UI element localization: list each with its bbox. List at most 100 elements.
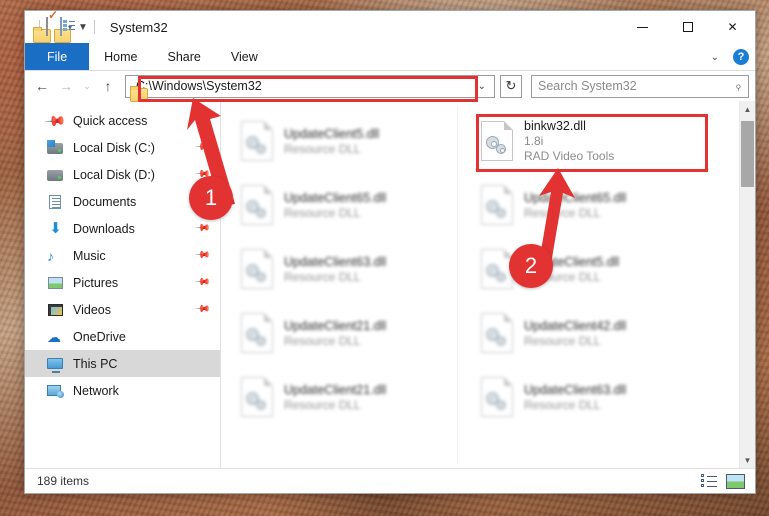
tab-view[interactable]: View bbox=[216, 43, 273, 70]
file-description: Resource DLL bbox=[284, 269, 361, 284]
address-bar-wrapper: C:\Windows\System32 ⌄ bbox=[125, 74, 495, 98]
minimize-button[interactable] bbox=[620, 11, 665, 43]
pin-icon[interactable]: 📌 bbox=[193, 301, 210, 318]
pin-icon[interactable]: 📌 bbox=[193, 220, 210, 237]
sidebar-item-label: Documents bbox=[73, 194, 137, 209]
close-button[interactable]: ✕ bbox=[710, 11, 755, 43]
file-name: UpdateClient65.dll bbox=[524, 190, 627, 205]
dll-file-icon bbox=[241, 121, 273, 161]
sidebar-item-network[interactable]: Network bbox=[25, 377, 220, 404]
help-icon[interactable]: ? bbox=[733, 49, 749, 65]
scroll-up-button[interactable]: ▲ bbox=[740, 101, 756, 117]
dll-file-icon bbox=[481, 249, 513, 289]
address-bar[interactable]: C:\Windows\System32 ⌄ bbox=[125, 74, 495, 98]
window-title: System32 bbox=[109, 19, 168, 35]
tab-share[interactable]: Share bbox=[153, 43, 216, 70]
file-description: Resource DLL bbox=[524, 333, 601, 348]
this-pc-icon bbox=[47, 356, 64, 373]
file-item[interactable]: UpdateClient21.dll Resource DLL bbox=[235, 365, 475, 429]
vertical-scrollbar[interactable]: ▲ ▼ bbox=[739, 101, 755, 468]
refresh-button[interactable]: ↻ bbox=[500, 74, 522, 98]
file-name: binkw32.dll bbox=[524, 119, 586, 133]
file-name: UpdateClient65.dll bbox=[284, 190, 387, 205]
sidebar-item-label: Local Disk (D:) bbox=[73, 167, 155, 182]
network-icon bbox=[47, 383, 64, 399]
recent-locations-chevron-down-icon[interactable]: ⌄ bbox=[79, 74, 95, 98]
sidebar-item-label: Videos bbox=[73, 302, 111, 317]
pin-icon: 📌 bbox=[43, 108, 68, 133]
documents-icon bbox=[47, 194, 64, 210]
file-info: UpdateClient63.dll Resource DLL bbox=[284, 255, 386, 284]
sidebar-item-videos[interactable]: Videos 📌 bbox=[25, 296, 220, 323]
sidebar-item-pictures[interactable]: Pictures 📌 bbox=[25, 269, 220, 296]
file-info: UpdateClient21.dll Resource DLL bbox=[284, 383, 386, 412]
address-dropdown-chevron-icon[interactable]: ⌄ bbox=[478, 81, 490, 92]
search-input[interactable]: Search System32 ⌕ bbox=[531, 74, 749, 98]
dll-file-icon bbox=[241, 377, 273, 417]
videos-icon bbox=[47, 302, 64, 318]
forward-button[interactable]: → bbox=[55, 74, 77, 98]
large-icons-view-button[interactable] bbox=[726, 473, 745, 489]
file-description: Resource DLL bbox=[284, 141, 361, 156]
sidebar-item-label: Music bbox=[73, 248, 106, 263]
back-button[interactable]: ← bbox=[31, 74, 53, 98]
file-name: UpdateClient5.dll bbox=[284, 126, 380, 141]
file-description: Resource DLL bbox=[524, 397, 601, 412]
sidebar-item-quick-access[interactable]: 📌 Quick access bbox=[25, 107, 220, 134]
sidebar-item-label: OneDrive bbox=[73, 329, 126, 344]
quick-access-dropdown-icon[interactable]: ▼ bbox=[78, 22, 88, 33]
pictures-icon bbox=[47, 275, 64, 291]
dll-file-icon bbox=[481, 377, 513, 417]
address-path-text: C:\Windows\System32 bbox=[136, 79, 262, 93]
sidebar-item-music[interactable]: ♪ Music 📌 bbox=[25, 242, 220, 269]
file-list-pane[interactable]: UpdateClient5.dll Resource DLL binkw32.d… bbox=[221, 101, 739, 468]
navigation-pane: 📌 Quick access Local Disk (C:) 📌 Local D… bbox=[25, 101, 221, 468]
scrollbar-thumb[interactable] bbox=[741, 121, 754, 187]
scroll-down-button[interactable]: ▼ bbox=[740, 452, 756, 468]
details-view-button[interactable] bbox=[701, 474, 718, 488]
sidebar-item-label: Downloads bbox=[73, 221, 135, 236]
drive-icon bbox=[47, 167, 64, 183]
pin-icon[interactable]: 📌 bbox=[193, 247, 210, 264]
file-name: UpdateClient21.dll bbox=[284, 318, 387, 333]
file-info: UpdateClient63.dll Resource DLL bbox=[524, 383, 626, 412]
sidebar-item-local-disk-c[interactable]: Local Disk (C:) 📌 bbox=[25, 134, 220, 161]
file-item-binkw32[interactable]: binkw32.dll 1.8i RAD Video Tools bbox=[475, 109, 715, 173]
file-item[interactable]: UpdateClient65.dll Resource DLL bbox=[235, 173, 475, 237]
sidebar-item-label: This PC bbox=[73, 356, 118, 371]
file-item[interactable]: UpdateClient63.dll Resource DLL bbox=[235, 237, 475, 301]
file-item[interactable]: UpdateClient65.dll Resource DLL bbox=[475, 173, 715, 237]
file-info: binkw32.dll 1.8i RAD Video Tools bbox=[524, 119, 614, 163]
file-name: UpdateClient63.dll bbox=[524, 382, 627, 397]
file-item[interactable]: UpdateClient63.dll Resource DLL bbox=[475, 365, 715, 429]
toolbar-separator-2 bbox=[93, 20, 95, 34]
item-count-text: 189 items bbox=[37, 474, 90, 488]
sidebar-item-this-pc[interactable]: This PC bbox=[25, 350, 220, 377]
status-bar: 189 items bbox=[25, 468, 755, 493]
title-bar: ▾ ▼ System32 ✕ bbox=[25, 11, 755, 43]
ribbon-tab-bar: File Home Share View ⌄ ? bbox=[25, 43, 755, 71]
file-name: UpdateClient42.dll bbox=[524, 318, 627, 333]
sidebar-item-downloads[interactable]: ⬇ Downloads 📌 bbox=[25, 215, 220, 242]
pin-icon[interactable]: 📌 bbox=[193, 274, 210, 291]
tab-home[interactable]: Home bbox=[89, 43, 152, 70]
file-item[interactable]: UpdateClient5.dll Resource DLL bbox=[235, 109, 475, 173]
tab-file[interactable]: File bbox=[25, 43, 90, 70]
file-item[interactable]: UpdateClient21.dll Resource DLL bbox=[235, 301, 475, 365]
downloads-icon: ⬇ bbox=[49, 219, 62, 237]
up-button[interactable]: ↑ bbox=[97, 74, 119, 98]
quick-access-toolbar: ▾ ▼ System32 bbox=[25, 17, 168, 36]
pin-icon[interactable]: 📌 bbox=[193, 139, 210, 156]
dll-file-icon bbox=[481, 313, 513, 353]
maximize-button[interactable] bbox=[665, 11, 710, 43]
sidebar-item-local-disk-d[interactable]: Local Disk (D:) 📌 bbox=[25, 161, 220, 188]
file-name: UpdateClient63.dll bbox=[284, 254, 387, 269]
file-grid: UpdateClient5.dll Resource DLL binkw32.d… bbox=[221, 101, 739, 429]
sidebar-item-onedrive[interactable]: ☁ OneDrive bbox=[25, 323, 220, 350]
file-item[interactable]: UpdateClient42.dll Resource DLL bbox=[475, 301, 715, 365]
file-info: UpdateClient42.dll Resource DLL bbox=[524, 319, 626, 348]
dll-file-icon bbox=[241, 185, 273, 225]
search-placeholder: Search System32 bbox=[538, 79, 637, 93]
expand-ribbon-chevron-down-icon[interactable]: ⌄ bbox=[707, 52, 723, 63]
music-icon: ♪ bbox=[47, 247, 54, 264]
